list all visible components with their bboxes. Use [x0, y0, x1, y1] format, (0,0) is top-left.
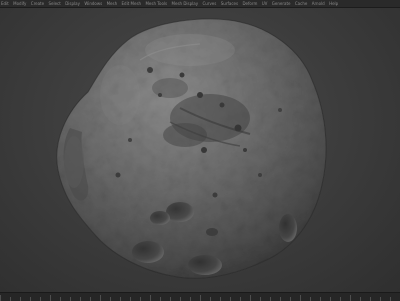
menu-windows[interactable]: Windows [84, 0, 106, 7]
menu-display[interactable]: Display [65, 0, 84, 7]
menu-bar: Edit Modify Create Select Display Window… [0, 0, 400, 8]
menu-cache[interactable]: Cache [295, 0, 312, 7]
menu-create[interactable]: Create [31, 0, 49, 7]
asteroid-model[interactable] [0, 8, 400, 292]
menu-mesh-tools[interactable]: Mesh Tools [145, 0, 171, 7]
menu-deform[interactable]: Deform [242, 0, 261, 7]
menu-edit[interactable]: Edit [0, 0, 13, 7]
menu-curves[interactable]: Curves [202, 0, 220, 7]
menu-mesh-display[interactable]: Mesh Display [172, 0, 203, 7]
menu-select[interactable]: Select [48, 0, 65, 7]
menu-help[interactable]: Help [329, 0, 343, 7]
menu-mesh[interactable]: Mesh [107, 0, 122, 7]
menu-modify[interactable]: Modify [13, 0, 31, 7]
3d-viewport[interactable] [0, 8, 400, 292]
asteroid-body [56, 18, 327, 279]
menu-surfaces[interactable]: Surfaces [221, 0, 243, 7]
menu-edit-mesh[interactable]: Edit Mesh [122, 0, 146, 7]
menu-uv[interactable]: UV [262, 0, 272, 7]
menu-arnold[interactable]: Arnold [312, 0, 329, 7]
menu-generate[interactable]: Generate [272, 0, 295, 7]
